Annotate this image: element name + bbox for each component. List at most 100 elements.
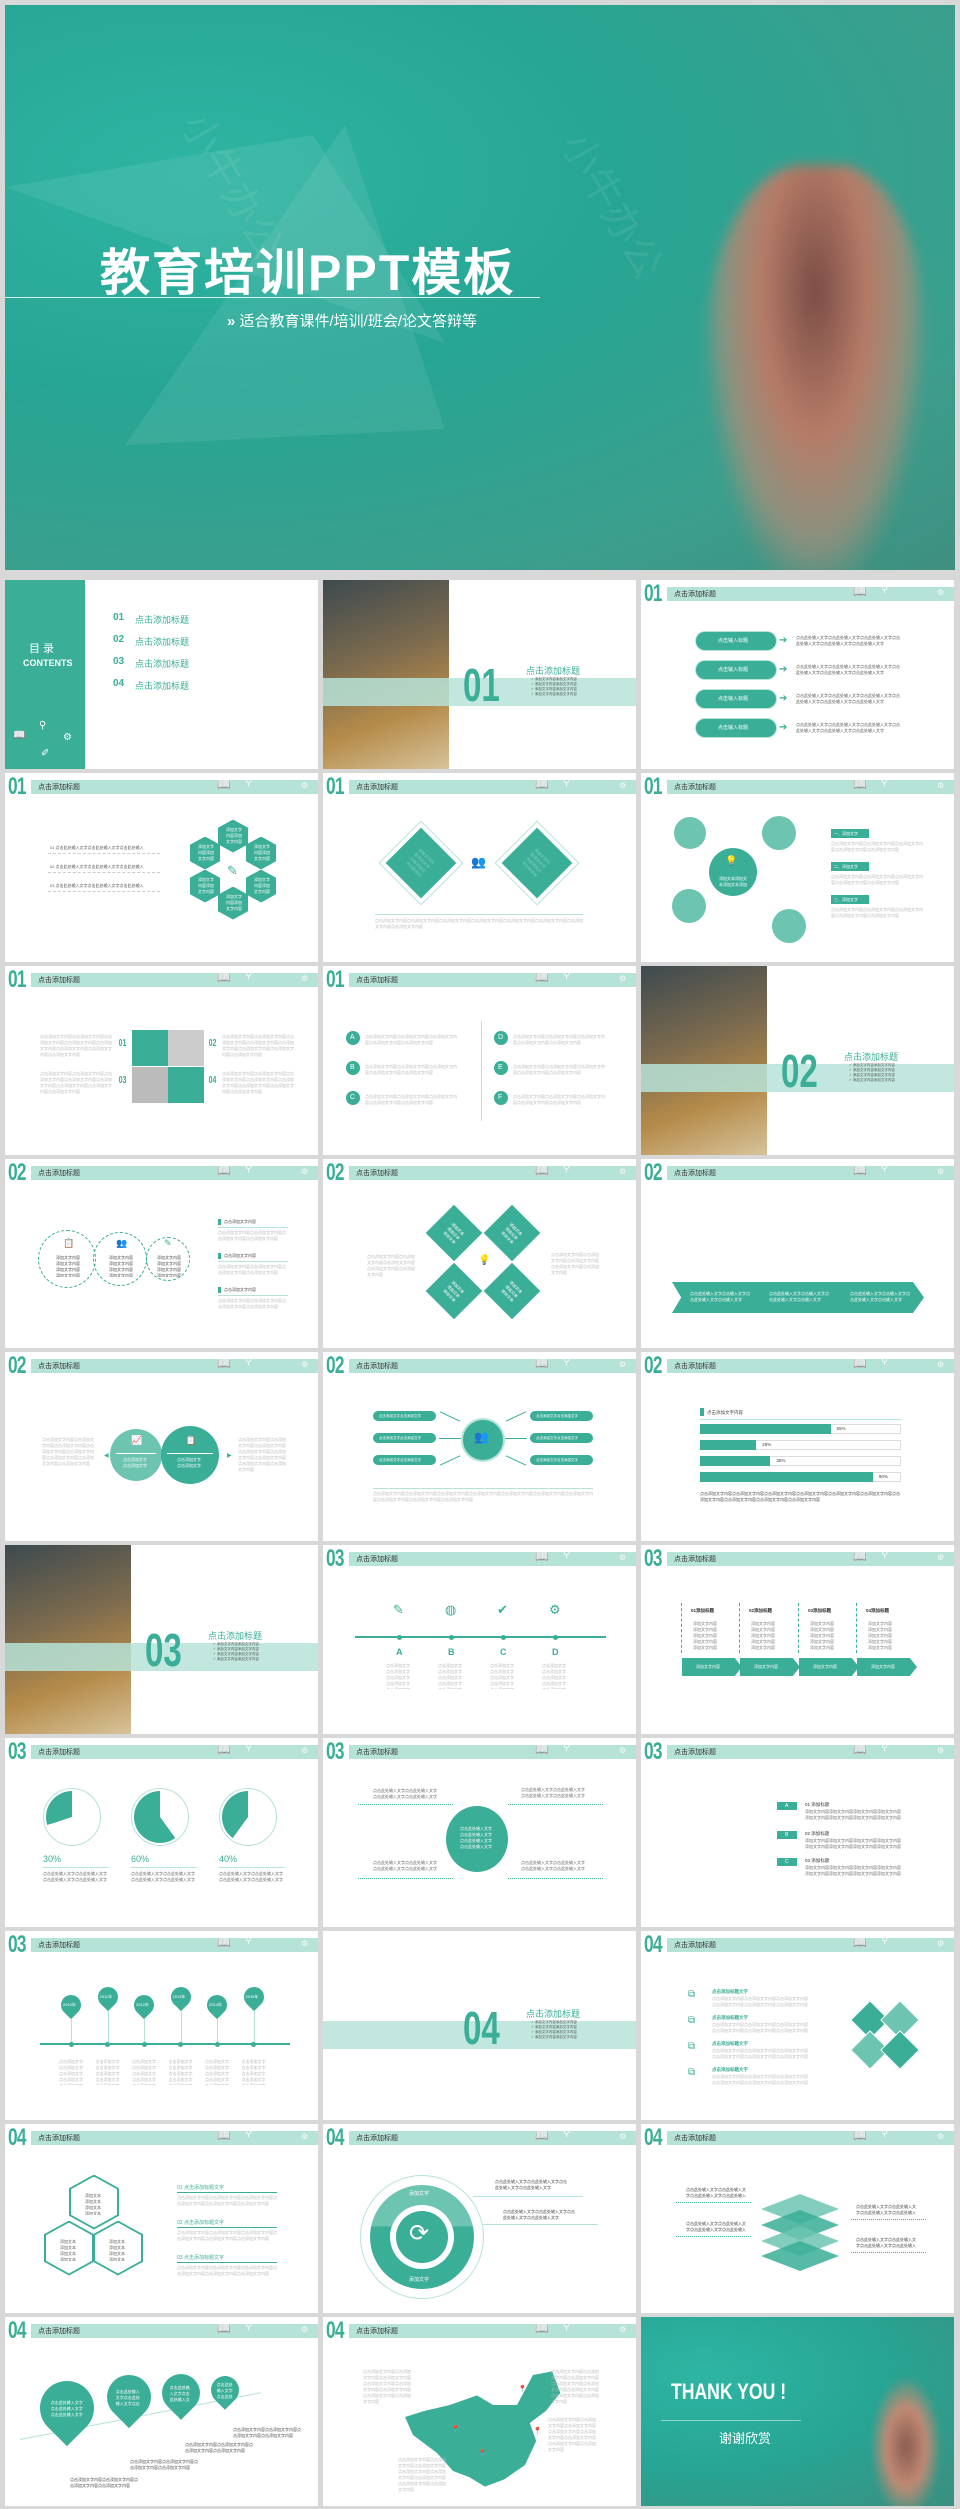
toc-item[interactable]: 03 点击添加标题 (113, 656, 233, 670)
placeholder-text: 点击添加文字内容点击添加文字内容点击添加文字内容点击添加文字内容点击添加文字内容… (398, 2457, 446, 2492)
slide-thumbnail[interactable]: 04 点击添加标题 📖 ⚲ ⚙ ⟳ 添加文字 添加文字 点击此处输入文字点击此处输入文字点击此处… (323, 2124, 636, 2313)
slide-thumbnail[interactable]: 01 点击添加标题 📖 ⚲ ⚙ 添加文字内容添加文字内容添加文字内容添加文字内容添加文字内… (323, 773, 636, 962)
magnifier-icon: ⚲ (881, 1163, 889, 1174)
slide-thumbnail[interactable]: 04点击添加标题📖⚲⚙点击此处输入文字点击此处输入文字点击此处输入文字点击此处输… (5, 2317, 318, 2506)
placeholder-text: 点击此处输入文字点击此处输入文字点击此处输入文字点击此处输入文字 (43, 1871, 107, 1882)
slide-thumbnail[interactable]: 02 点击添加标题 📖 ⚲ ⚙ 点击此处输入文字点击输入文字点击此处输入文字点击输入文字 点… (641, 1159, 954, 1348)
section-title: 点击添加标题 (526, 666, 581, 676)
toc-item[interactable]: 01 点击添加标题 (113, 612, 233, 626)
slide-thumbnail[interactable]: 04点击添加标题📖⚲⚙点击此处输入文字点击此处输入文字点击此处输入文字点击此处输… (641, 2124, 954, 2313)
placeholder-text: 点击此处输入文字点击此处输入文字点击此处输入文字点击此处输入文字 (686, 2187, 746, 2198)
letter-box: C (777, 1858, 797, 1866)
label-text: 点击添加文字内容 (224, 1253, 256, 1258)
section-number: 01 (644, 580, 662, 607)
bar-fill (700, 1472, 873, 1482)
chevron-step: 添加文字内容 (799, 1658, 859, 1676)
slide-thumbnail[interactable]: 02 点击添加标题 📖 ⚲ ⚙ 📈 点击添加文字点击添加文字 📋 点击添加文字点击添加文字 ◀ ▶ 点… (5, 1352, 318, 1541)
title-pill-button[interactable]: 点击输入标题 (696, 690, 776, 708)
title-pill-button[interactable]: 点击输入标题 (696, 632, 776, 650)
gear-icon: ⚙ (937, 588, 945, 597)
toc-item[interactable]: 04 点击添加标题 (113, 678, 233, 692)
slide-thumbnail[interactable]: 01 点击添加标题 📖 ⚲ ⚙ 01 点击此处输入文字点击此处输入文字点击此处输入 02 点… (5, 773, 318, 962)
slide-thumbnail[interactable]: 01 点击添加标题 📖 ⚲ ⚙ 01 02 03 04 点击添加文字内容点击添加文字内容点击添加文… (5, 966, 318, 1155)
book-icon: 📖 (535, 779, 549, 791)
placeholder-text: 点击添加文字内容点击添加文字内容点击添加文字内容点击添加文字内容点击添加文字内容 (365, 1094, 457, 1105)
slide-thumbnail[interactable]: 04 点击添加标题 📖 ⚲ ⚙ ⧉ 点击添加标题文字 点击添加文字内容点击添加文字内容点击添加… (641, 1931, 954, 2120)
slide-thumbnail[interactable]: 01 点击添加标题 📖 ⚲ ⚙ 💡 添加文本添加文本添加文本添加文本 一、添加文字点击添加文字… (641, 773, 954, 962)
slide-thumbnail[interactable]: 02 点击添加标题 📖 ⚲ ⚙ 📋 添加文字内容添加文字内容添加文字内容添加文字内容 👥 添加文… (5, 1159, 318, 1348)
pin-stem (253, 2011, 255, 2043)
location-pin-icon: 📍 (451, 2426, 460, 2433)
text-pill: 点击添加文字点击添加文字 (530, 1411, 593, 1421)
placeholder-text: 点击添加文字内容点击添加文字内容点击添加文字内容点击添加文字内容点击添加文字内容 (551, 1252, 599, 1275)
item-heading: 03 添加标题 (805, 1858, 830, 1863)
placeholder-text: 点击添加文字内容点击添加文字内容点击添加文字内容点击添加文字内容点击添加文字内容… (222, 1034, 294, 1057)
slide-thumbnail[interactable]: 04 点击添加标题 ✓ 添加文字内容添加文字内容 ✓ 添加文字内容添加文字内容 ✓ 添加… (323, 1931, 636, 2120)
slide-title: 点击添加标题 (38, 1363, 80, 1370)
toc-item-label: 点击添加标题 (135, 637, 190, 647)
bullet-item: ✓ 添加文字内容添加文字内容 (213, 1657, 259, 1661)
slide-thumbnail[interactable]: 02 点击添加标题 📖 ⚲ ⚙ 👥 点击添加文字点击添加文字 点击添加文字点击添加文字 点击添加… (323, 1352, 636, 1541)
item-heading: 02 点击添加标题文字 (177, 2220, 224, 2226)
label-marker (218, 1287, 221, 1293)
slide-thumbnail[interactable]: 02 点击添加标题 📖 ⚲ ⚙ 点击添加文字内容 65% 28% 35% 86% 点击添加文字内容点… (641, 1352, 954, 1541)
slide-thumbnail[interactable]: 02 点击添加标题 ✓ 添加文字内容添加文字内容 ✓ 添加文字内容添加文字内容 ✓ 添加… (641, 966, 954, 1155)
cover-subtitle: 适合教育课件/培训/班会/论文答辩等 (239, 313, 478, 330)
divider (48, 853, 160, 854)
title-pill-button[interactable]: 点击输入标题 (696, 719, 776, 737)
placeholder-text: 点击添加文字内容点击添加文字内容点击添加文字内容点击添加文字内容点击添加文字内容… (42, 1437, 94, 1466)
magnifier-icon: ⚲ (881, 2128, 889, 2139)
label-marker (700, 1408, 704, 1416)
diamond-shape: 添加文字内容添加文字内容添加文字内容添加文字内容添加文字内容添加文字内容添加文字… (385, 827, 457, 899)
year-label: 2012年 (136, 2002, 149, 2007)
book-icon: 📖 (853, 1358, 867, 1370)
book-icon: 📖 (535, 1165, 549, 1177)
placeholder-text: 添加文本添加文本添加文本添加文本 (500, 1279, 524, 1303)
slide-thumbnail[interactable]: THANK YOU ! 谢谢欣赏 (641, 2317, 954, 2506)
dotted-line (851, 2252, 926, 2253)
placeholder-text: 点击此处输入文字点击输入文字点击此处输入文字点击输入文字 (690, 1291, 750, 1302)
list-line: 03 点击此处输入文字点击此处输入文字点击此处输入 (50, 883, 144, 888)
slide-thumbnail[interactable]: 02 点击添加标题 📖 ⚲ ⚙ 添加文本添加文本添加文本添加文本 添加文本添加文本添加文本添… (323, 1159, 636, 1348)
placeholder-text: 点击添加文字内容点击添加文字内容点击添加文字内容点击添加文字内容点击添加文字内容 (367, 1254, 415, 1277)
hexagon-outline: 添加文本添加文本添加文本添加文本 (93, 2220, 143, 2276)
placeholder-text: 点击此处输入文字点击此处输入文字点击此处输入文字点击此处输入文字 (373, 1788, 437, 1799)
lightbulb-icon: 💡 (725, 856, 738, 867)
placeholder-text: 添加文字内容添加文字内容添加文字内容添加文字内容 (157, 1255, 181, 1277)
slide-thumbnail[interactable]: 03 点击添加标题 📖 ⚲ ⚙ 30% 点击此处输入文字点击此处输入文字点击此处输入文字点击… (5, 1738, 318, 1927)
cover-slide[interactable]: 教育培训PPT模板 » 适合教育课件/培训/班会/论文答辩等 小牛办公 小牛办公 (5, 5, 955, 570)
timeline-dot (178, 2041, 183, 2047)
hexagon-shape: 添加文字内容添加文字内容添加文字内容添加文字内容添加文字内容 (190, 836, 220, 870)
slide-thumbnail[interactable]: 03 点击添加标题 📖 ⚲ ⚙ ✎ A 点击添加文字点击添加文字点击添加文字点击添加文字点击添… (323, 1545, 636, 1734)
slide-thumbnail[interactable]: 03 点击添加标题 📖 ⚲ ⚙ 2010年 点击添加文字点击添加文字点击添加文字点击添加文字… (5, 1931, 318, 2120)
gear-icon: ⚙ (63, 732, 72, 743)
title-pill-button[interactable]: 点击输入标题 (696, 661, 776, 679)
slide-title: 点击添加标题 (38, 1942, 80, 1949)
item-heading: 点击添加标题文字 (712, 2015, 748, 2020)
placeholder-text: 添加文字内容添加文字内容添加文字内容添加文字内容添加文字内容添加文字内容添加文字… (521, 847, 552, 879)
section-number: 03 (8, 1738, 26, 1765)
slide-thumbnail[interactable]: 01 点击添加标题 📖 ⚲ ⚙ 点击输入标题 ➔ 点击此处输入文字点击此处输入文字点击此处输入… (641, 580, 954, 769)
slide-thumbnail[interactable]: 03 点击添加标题 📖 ⚲ ⚙ 点击此处输入文字点击此处输入文字点击此处输入文字点击此处输… (323, 1738, 636, 1927)
slide-thumbnail[interactable]: 03 点击添加标题 ✓ 添加文字内容添加文字内容 ✓ 添加文字内容添加文字内容 ✓ 添加… (5, 1545, 318, 1734)
slide-title: 点击添加标题 (356, 2135, 398, 2142)
circle-shape: 💡 添加文本添加文本添加文本添加文本 (709, 848, 757, 896)
slide-thumbnail[interactable]: 04 点击添加标题 📖 ⚲ ⚙ 📍 📍 📍 📍 点击添加文字内容点击添加文字内容点击添加文字内容点… (323, 2317, 636, 2506)
book-icon: 📖 (535, 1551, 549, 1563)
slide-thumbnail[interactable]: 04 点击添加标题 📖 ⚲ ⚙ 添加文本添加文本添加文本添加文本 添加文本添加文本添加文本添… (5, 2124, 318, 2313)
toc-item[interactable]: 02 点击添加标题 (113, 634, 233, 648)
slide-title: 点击添加标题 (356, 2328, 398, 2335)
slide-thumbnail[interactable]: 目 录 CONTENTS 📖 ⚲ ✐ ⚙ 01 点击添加标题 02 点击添加标题 03 点击添加标题 0… (5, 580, 318, 769)
pie-value-label: 40% (219, 1854, 238, 1864)
book-icon: 📖 (853, 1551, 867, 1563)
section-number: 03 (145, 1624, 182, 1676)
pie-slice (134, 1791, 186, 1843)
slide-thumbnail[interactable]: 01 点击添加标题 ✓ 添加文字内容添加文字内容 ✓ 添加文字内容添加文字内容 ✓ 添加… (323, 580, 636, 769)
slide-thumbnail[interactable]: 03 点击添加标题 📖 ⚲ ⚙ 01添加标题 添加文字内容添加文字内容添加文字内容添加文字内… (641, 1545, 954, 1734)
dashed-connector (856, 1603, 857, 1653)
circle-shape: 📈 点击添加文字点击添加文字 (110, 1429, 162, 1481)
letter-label: D (498, 1034, 504, 1041)
slide-thumbnail[interactable]: 01 点击添加标题 📖 ⚲ ⚙ A 点击添加文字内容点击添加文字内容点击添加文字内容点击添加… (323, 966, 636, 1155)
diamond-shape: 添加文字内容添加文字内容添加文字内容添加文字内容添加文字内容添加文字内容添加文字… (501, 827, 573, 899)
slide-thumbnail[interactable]: 03 点击添加标题 📖 ⚲ ⚙ A 01 添加标题 添加文字内容添加文字内容添加文字内容添加文… (641, 1738, 954, 1927)
